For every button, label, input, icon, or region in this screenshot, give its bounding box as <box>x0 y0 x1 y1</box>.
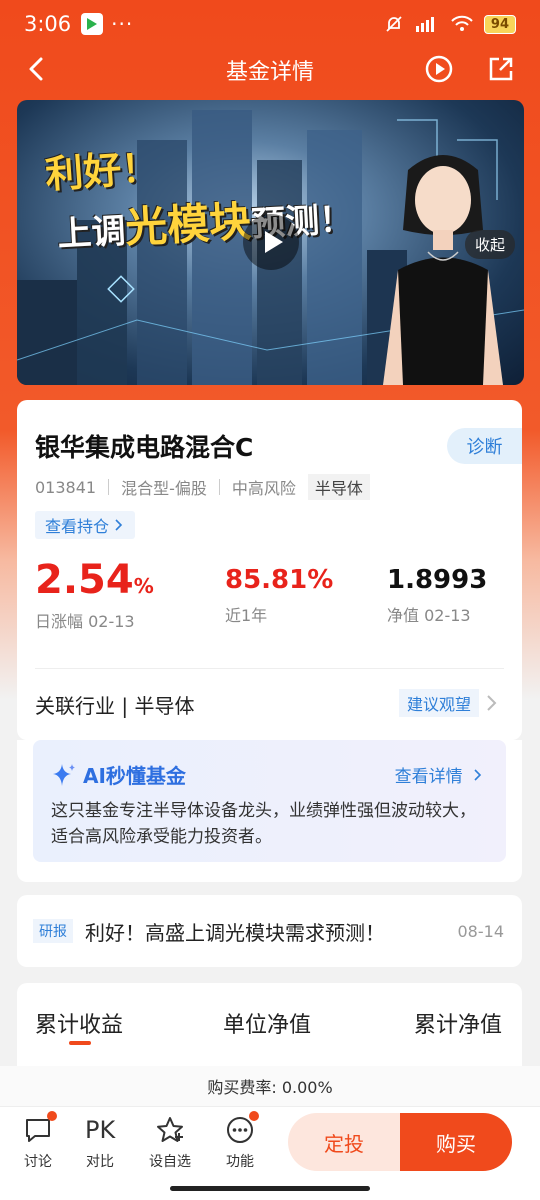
industry-advice-tag: 建议观望 <box>399 689 480 717</box>
daily-change-label: 日涨幅 02-13 <box>35 612 135 631</box>
ai-view-details-label: 查看详情 <box>394 767 463 787</box>
page-title: 基金详情 <box>225 60 314 85</box>
headline-highlight: 光模块 <box>123 196 253 253</box>
video-banner[interactable]: 利好！ 上调光模块预测！ 收起 <box>17 100 524 385</box>
tag-separator <box>108 479 110 495</box>
chat-icon <box>23 1111 57 1145</box>
status-time: 3:06 <box>24 12 72 36</box>
chevron-right-icon <box>474 769 482 781</box>
ai-explain-panel[interactable]: AI秒懂基金 查看详情 这只基金专注半导体设备龙头，业绩弹性强但波动较大，适合高… <box>33 740 506 862</box>
play-circle-icon[interactable] <box>424 54 454 84</box>
nav-value: 1.8993 <box>387 565 488 595</box>
mute-bell-icon <box>386 16 402 32</box>
ai-title: AI秒懂基金 <box>83 764 186 788</box>
one-year-return-label: 近1年 <box>225 606 268 625</box>
purchase-fee-text: 购买费率: 0.00% <box>207 1078 333 1097</box>
collapse-button[interactable]: 收起 <box>465 230 516 259</box>
status-bar: 3:06 ··· 94 <box>0 0 540 48</box>
fund-code: 013841 <box>35 477 97 497</box>
star-icon <box>155 1115 185 1145</box>
purchase-fee-bar: 购买费率: 0.00% <box>0 1066 540 1106</box>
daily-change-value: 2.54% <box>35 560 154 606</box>
discuss-button[interactable]: 讨论 <box>13 1111 63 1171</box>
fund-tags: 013841 混合型-偏股 中高风险 半导体 <box>35 474 370 500</box>
tag-separator <box>218 479 220 495</box>
video-play-button[interactable] <box>243 214 299 270</box>
fund-type: 混合型-偏股 <box>121 479 207 498</box>
sparkle-icon <box>53 764 75 786</box>
view-holdings-button[interactable]: 查看持仓 <box>35 511 136 539</box>
fund-risk: 中高风险 <box>231 479 296 498</box>
view-holdings-label: 查看持仓 <box>45 517 110 536</box>
ai-summary-text: 这只基金专注半导体设备龙头，业绩弹性强但波动较大，适合高风险承受能力投资者。 <box>51 801 476 847</box>
functions-button[interactable]: 功能 <box>215 1111 265 1171</box>
add-watchlist-label: 设自选 <box>149 1154 191 1170</box>
more-icon <box>225 1111 259 1145</box>
buy-button[interactable]: 购买 <box>400 1113 512 1171</box>
discuss-label: 讨论 <box>24 1154 52 1170</box>
tab-cumulative-return[interactable]: 累计收益 <box>35 1007 123 1039</box>
daily-change-metric: 2.54% 日涨幅 02-13 <box>35 560 154 632</box>
wifi-icon <box>451 15 473 31</box>
fund-sector-tag[interactable]: 半导体 <box>307 474 370 500</box>
share-icon[interactable] <box>486 54 516 84</box>
news-date: 08-14 <box>457 921 505 941</box>
functions-label: 功能 <box>226 1154 254 1170</box>
tab-unit-nav[interactable]: 单位净值 <box>223 1007 311 1039</box>
video-headline-line1: 利好！ <box>43 145 161 197</box>
tab-cumulative-nav[interactable]: 累计净值 <box>414 1007 502 1039</box>
fixed-investment-button[interactable]: 定投 <box>288 1113 400 1171</box>
news-tag: 研报 <box>33 919 73 943</box>
fund-summary-card: 银华集成电路混合C 诊断 013841 混合型-偏股 中高风险 半导体 查看持仓… <box>17 400 522 740</box>
related-industry-label[interactable]: 关联行业 | 半导体 <box>35 690 194 719</box>
diagnose-button[interactable]: 诊断 <box>447 428 522 464</box>
battery-indicator: 94 <box>483 14 516 34</box>
divider <box>35 668 504 669</box>
nav-label: 净值 02-13 <box>387 606 471 625</box>
daily-change-unit: % <box>133 574 154 598</box>
play-icon <box>264 231 283 253</box>
signal-icon <box>415 17 434 32</box>
chevron-right-icon[interactable] <box>486 692 498 714</box>
add-watchlist-button[interactable]: 设自选 <box>145 1115 195 1171</box>
news-title: 利好！高盛上调光模块需求预测！ <box>85 920 385 945</box>
compare-button[interactable]: PK 对比 <box>75 1115 125 1171</box>
ai-view-details-link[interactable]: 查看详情 <box>395 762 484 787</box>
nav-metric: 1.8993 净值 02-13 <box>387 560 487 626</box>
status-indicators: 94 <box>384 14 516 34</box>
notification-dot <box>249 1111 259 1121</box>
fund-name: 银华集成电路混合C <box>35 433 254 462</box>
back-icon[interactable] <box>22 54 52 84</box>
status-more-dots: ··· <box>111 12 134 36</box>
chevron-right-icon <box>115 519 123 531</box>
daily-change-number: 2.54 <box>35 557 134 603</box>
research-news-item[interactable]: 研报 利好！高盛上调光模块需求预测！ 08-14 <box>17 895 522 967</box>
compare-label: 对比 <box>86 1154 114 1170</box>
ai-explain-card: AI秒懂基金 查看详情 这只基金专注半导体设备龙头，业绩弹性强但波动较大，适合高… <box>17 740 522 882</box>
one-year-return-metric: 85.81% 近1年 <box>225 560 333 626</box>
one-year-return-value: 85.81% <box>225 565 334 595</box>
pk-icon: PK <box>85 1116 116 1144</box>
presenter-image <box>383 155 503 385</box>
home-indicator <box>170 1186 370 1191</box>
play-store-icon <box>81 13 104 35</box>
notification-dot <box>47 1111 57 1121</box>
nav-bar: 基金详情 <box>0 48 540 92</box>
active-tab-indicator <box>69 1041 91 1045</box>
headline-prefix: 上调 <box>56 211 127 255</box>
